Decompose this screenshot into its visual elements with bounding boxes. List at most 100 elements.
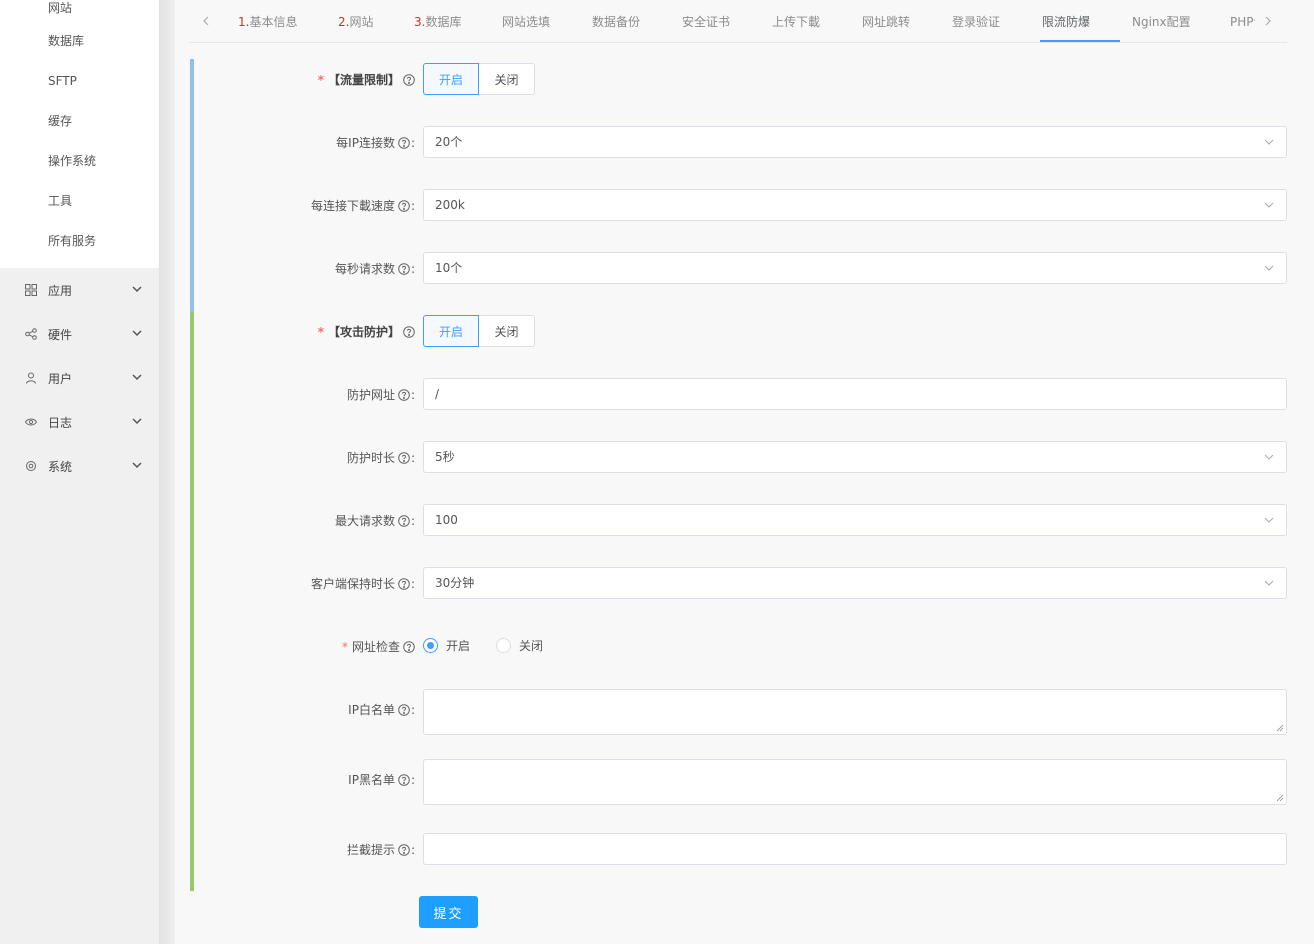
user-icon	[24, 371, 38, 385]
url-check-on-radio[interactable]: 开启	[423, 637, 470, 654]
chevron-down-icon	[132, 330, 142, 337]
sidebar-item-database[interactable]: 数据库	[0, 28, 159, 68]
chevron-down-icon	[132, 286, 142, 293]
sidebar-group-system[interactable]: 系统	[0, 444, 159, 488]
sidebar-item-tools[interactable]: 工具	[0, 188, 159, 228]
sidebar-group-users[interactable]: 用户	[0, 356, 159, 400]
help-icon[interactable]	[398, 703, 410, 716]
chevron-left-icon[interactable]	[199, 14, 213, 28]
main-content: 1.基本信息 2.网站 3.数据库 网站选填 数据备份 安全证书 上传下載 网址…	[175, 0, 1314, 944]
tab-scroll-area: 1.基本信息 2.网站 3.数据库 网站选填 数据备份 安全证书 上传下載 网址…	[219, 0, 1255, 43]
sidebar-group-label: 硬件	[48, 327, 73, 342]
url-check-off-radio[interactable]: 关闭	[496, 637, 543, 654]
sidebar-item-os[interactable]: 操作系统	[0, 148, 159, 188]
per-sec-req-label: 每秒请求数 :	[335, 260, 415, 277]
label-text: 【流量限制】	[327, 73, 400, 87]
select-value: 100	[435, 513, 458, 527]
label-colon: :	[410, 135, 415, 150]
protect-duration-select[interactable]: 5秒	[423, 441, 1287, 473]
submit-button[interactable]: 提交	[419, 896, 478, 928]
tab-url-redirect[interactable]: 网址跳转	[862, 0, 910, 43]
tab-data-backup[interactable]: 数据备份	[592, 0, 640, 43]
tab-login-auth[interactable]: 登录验证	[952, 0, 1000, 43]
input-value: /	[435, 387, 440, 401]
help-icon[interactable]	[398, 262, 410, 275]
help-icon[interactable]	[398, 514, 410, 527]
chevron-right-icon[interactable]	[1261, 14, 1275, 28]
ip-blacklist-label: IP黑名单 :	[348, 771, 415, 788]
label-text: 防护时长	[346, 451, 395, 465]
tab-label: 数据库	[425, 15, 462, 29]
tab-website-optional[interactable]: 网站选填	[502, 0, 550, 43]
sidebar-item-cache[interactable]: 缓存	[0, 108, 159, 148]
tab-basic-info[interactable]: 1.基本信息	[238, 0, 297, 43]
sidebar-group-label: 用户	[48, 371, 73, 386]
block-tip-input[interactable]	[423, 833, 1287, 865]
resize-grip-icon[interactable]	[1276, 724, 1284, 732]
label-text: 每连接下載速度	[310, 199, 395, 213]
protect-url-input[interactable]: /	[423, 378, 1287, 410]
per-conn-speed-label: 每连接下載速度 :	[311, 197, 415, 214]
tab-php-settings[interactable]: PHP设置	[1230, 0, 1255, 43]
tab-database[interactable]: 3.数据库	[414, 0, 461, 43]
help-icon[interactable]	[403, 73, 415, 86]
per-ip-conn-select[interactable]: 20个	[423, 126, 1287, 158]
sidebar-item-sftp[interactable]: SFTP	[0, 68, 159, 108]
label-text: IP白名单	[348, 703, 395, 717]
help-icon[interactable]	[398, 577, 410, 590]
tab-ssl-cert[interactable]: 安全证书	[682, 0, 730, 43]
label-text: 客户端保持时长	[310, 577, 395, 591]
label-text: 防护网址	[346, 388, 395, 402]
tab-website[interactable]: 2.网站	[338, 0, 373, 43]
sidebar-item-all-services[interactable]: 所有服务	[0, 228, 159, 268]
max-requests-select[interactable]: 100	[423, 504, 1287, 536]
attack-protect-off-button[interactable]: 关闭	[479, 315, 535, 347]
ip-blacklist-textarea[interactable]	[423, 759, 1287, 805]
attack-protect-label: * 【攻击防护】	[318, 323, 415, 340]
per-sec-req-select[interactable]: 10个	[423, 252, 1287, 284]
tab-nginx-config[interactable]: Nginx配置	[1132, 0, 1191, 43]
traffic-limit-toggle: 开启 关闭	[423, 63, 535, 95]
help-icon[interactable]	[398, 388, 410, 401]
attack-protect-on-button[interactable]: 开启	[423, 315, 479, 347]
sidebar-group-hardware[interactable]: 硬件	[0, 312, 159, 356]
chevron-down-icon	[132, 374, 142, 381]
help-icon[interactable]	[398, 451, 410, 464]
per-conn-speed-select[interactable]: 200k	[423, 189, 1287, 221]
traffic-limit-on-button[interactable]: 开启	[423, 63, 479, 95]
required-mark: *	[341, 639, 348, 654]
traffic-limit-label: * 【流量限制】	[318, 71, 415, 88]
resize-grip-icon[interactable]	[1276, 794, 1284, 802]
label-colon: :	[410, 702, 415, 717]
chevron-down-icon	[1264, 517, 1274, 523]
help-icon[interactable]	[403, 640, 415, 653]
sidebar-group-apps[interactable]: 应用	[0, 268, 159, 312]
help-icon[interactable]	[398, 136, 410, 149]
required-mark: *	[317, 324, 324, 339]
label-text: 【攻击防护】	[327, 325, 400, 339]
help-icon[interactable]	[398, 199, 410, 212]
sidebar-group-logs[interactable]: 日志	[0, 400, 159, 444]
label-text: IP黑名单	[348, 773, 395, 787]
label-colon: :	[410, 513, 415, 528]
chevron-down-icon	[1264, 454, 1274, 460]
gear-icon	[24, 459, 38, 473]
label-colon: :	[410, 198, 415, 213]
label-text: 每秒请求数	[334, 262, 395, 276]
url-check-label: * 网址检查	[342, 638, 415, 655]
sidebar-item-website[interactable]: 网站	[0, 0, 159, 28]
help-icon[interactable]	[398, 843, 410, 856]
sidebar-group-label: 系统	[48, 459, 73, 474]
traffic-limit-off-button[interactable]: 关闭	[479, 63, 535, 95]
ip-whitelist-textarea[interactable]	[423, 689, 1287, 735]
help-icon[interactable]	[403, 325, 415, 338]
radio-label: 关闭	[519, 638, 544, 653]
select-value: 20个	[435, 135, 463, 149]
help-icon[interactable]	[398, 773, 410, 786]
select-value: 30分钟	[435, 576, 475, 590]
client-keep-select[interactable]: 30分钟	[423, 567, 1287, 599]
tab-rate-limit[interactable]: 限流防爆	[1042, 0, 1090, 43]
eye-icon	[24, 415, 38, 429]
tab-upload-download[interactable]: 上传下載	[772, 0, 820, 43]
chevron-down-icon	[132, 462, 142, 469]
